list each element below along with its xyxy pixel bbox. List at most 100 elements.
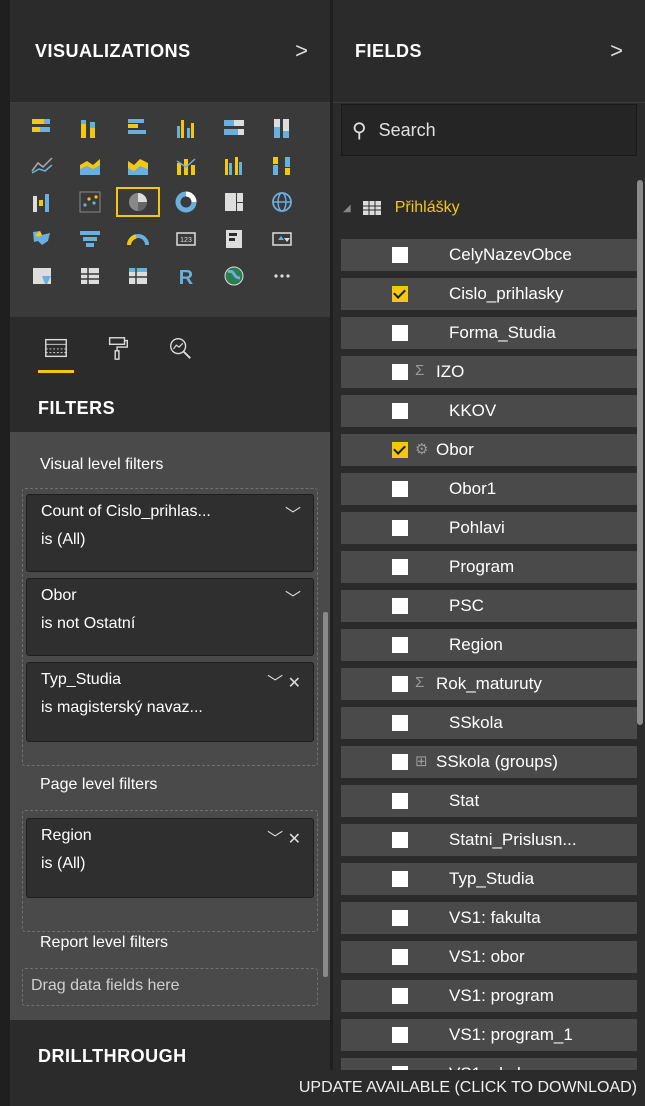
- 100-percent-column-chart-icon[interactable]: [258, 111, 306, 145]
- chevron-down-close-icon[interactable]: ﹀ ✕: [267, 669, 301, 693]
- field-checkbox[interactable]: [392, 247, 408, 263]
- field-item[interactable]: Σ IZO: [341, 356, 637, 388]
- field-item[interactable]: CelyNazevObce: [341, 239, 637, 271]
- field-item[interactable]: Forma_Studia: [341, 317, 637, 349]
- search-input[interactable]: ⚲ Search: [341, 104, 637, 156]
- gauge-icon[interactable]: [114, 222, 162, 256]
- field-label: VS1: program: [449, 986, 554, 1005]
- collapse-fields-icon[interactable]: >: [610, 38, 623, 64]
- field-checkbox[interactable]: [392, 754, 408, 770]
- chevron-down-close-icon[interactable]: ﹀ ✕: [267, 825, 301, 849]
- field-checkbox[interactable]: [392, 715, 408, 731]
- filter-card-count-cislo[interactable]: Count of Cislo_prihlas... is (All) ﹀: [26, 494, 314, 572]
- field-checkbox[interactable]: [392, 676, 408, 692]
- funnel-chart-icon[interactable]: [66, 222, 114, 256]
- field-checkbox[interactable]: [392, 403, 408, 419]
- field-label: KKOV: [449, 401, 497, 420]
- filter-condition: is (All): [41, 855, 86, 872]
- fields-tab-icon[interactable]: [38, 323, 74, 373]
- field-item[interactable]: Obor1: [341, 473, 637, 505]
- filter-card-typ-studia[interactable]: Typ_Studia is magisterský navaz... ﹀ ✕: [26, 662, 314, 742]
- field-checkbox[interactable]: [392, 559, 408, 575]
- field-item[interactable]: Σ Rok_maturuty: [341, 668, 637, 700]
- field-item[interactable]: Cislo_prihlasky: [341, 278, 637, 310]
- field-item[interactable]: SSkola: [341, 707, 637, 739]
- matrix-icon[interactable]: [114, 259, 162, 293]
- field-checkbox[interactable]: [392, 832, 408, 848]
- scatter-chart-icon[interactable]: [66, 185, 114, 219]
- filter-card-region[interactable]: Region is (All) ﹀ ✕: [26, 818, 314, 898]
- slicer-icon[interactable]: [18, 259, 66, 293]
- field-item[interactable]: PSC: [341, 590, 637, 622]
- field-item[interactable]: Typ_Studia: [341, 863, 637, 895]
- waterfall-chart-icon[interactable]: [18, 185, 66, 219]
- report-level-drop-zone[interactable]: Drag data fields here: [22, 968, 318, 1006]
- field-item[interactable]: VS1: obor: [341, 941, 637, 973]
- stacked-bar-chart-icon[interactable]: [18, 111, 66, 145]
- multi-row-card-icon[interactable]: [210, 222, 258, 256]
- expand-triangle-icon[interactable]: ◢: [343, 203, 351, 214]
- kpi-icon[interactable]: [258, 222, 306, 256]
- field-item[interactable]: Pohlavi: [341, 512, 637, 544]
- field-checkbox[interactable]: [392, 1027, 408, 1043]
- field-item[interactable]: Program: [341, 551, 637, 583]
- field-checkbox[interactable]: [392, 325, 408, 341]
- filled-map-icon[interactable]: [18, 222, 66, 256]
- field-item[interactable]: VS1: program: [341, 980, 637, 1012]
- field-item[interactable]: KKOV: [341, 395, 637, 427]
- field-item[interactable]: ⚙ Obor: [341, 434, 637, 466]
- clustered-column-chart-icon[interactable]: [162, 111, 210, 145]
- field-item[interactable]: Stat: [341, 785, 637, 817]
- ribbon-chart-icon[interactable]: [258, 148, 306, 182]
- field-checkbox[interactable]: [392, 871, 408, 887]
- line-and-clustered-column-icon[interactable]: [210, 148, 258, 182]
- field-item[interactable]: VS1: fakulta: [341, 902, 637, 934]
- filter-card-obor[interactable]: Obor is not Ostatní ﹀: [26, 578, 314, 656]
- field-checkbox[interactable]: [392, 520, 408, 536]
- card-icon[interactable]: 123: [162, 222, 210, 256]
- line-chart-icon[interactable]: [18, 148, 66, 182]
- field-checkbox[interactable]: [392, 793, 408, 809]
- update-available-link[interactable]: UPDATE AVAILABLE (CLICK TO DOWNLOAD): [10, 1070, 645, 1106]
- analytics-magnifier-icon[interactable]: [162, 323, 198, 373]
- r-script-visual-icon[interactable]: R: [162, 259, 210, 293]
- filters-scrollbar[interactable]: [323, 612, 328, 977]
- fields-scrollbar[interactable]: [637, 180, 643, 725]
- area-chart-icon[interactable]: [66, 148, 114, 182]
- map-globe-icon[interactable]: [258, 185, 306, 219]
- more-visuals-icon[interactable]: [258, 259, 306, 293]
- treemap-icon[interactable]: [210, 185, 258, 219]
- stacked-area-chart-icon[interactable]: [114, 148, 162, 182]
- pie-chart-icon[interactable]: [114, 185, 162, 219]
- field-checkbox[interactable]: [392, 481, 408, 497]
- field-label: Obor1: [449, 479, 497, 498]
- search-icon: ⚲: [352, 119, 367, 142]
- arcgis-map-icon[interactable]: [210, 259, 258, 293]
- filter-condition: is (All): [41, 531, 86, 548]
- field-checkbox[interactable]: [392, 286, 408, 302]
- line-and-stacked-column-icon[interactable]: [162, 148, 210, 182]
- chevron-down-icon[interactable]: ﹀: [285, 501, 301, 525]
- field-checkbox[interactable]: [392, 598, 408, 614]
- field-item[interactable]: VS1: program_1: [341, 1019, 637, 1051]
- collapse-visualizations-icon[interactable]: >: [295, 38, 308, 64]
- stacked-column-chart-icon[interactable]: [66, 111, 114, 145]
- donut-chart-icon[interactable]: [162, 185, 210, 219]
- field-checkbox[interactable]: [392, 988, 408, 1004]
- clustered-bar-chart-icon[interactable]: [114, 111, 162, 145]
- field-checkbox[interactable]: [392, 637, 408, 653]
- table-icon[interactable]: [66, 259, 114, 293]
- chevron-down-icon[interactable]: ﹀: [285, 585, 301, 609]
- page-level-filters-label: Page level filters: [40, 776, 158, 793]
- field-item[interactable]: Statni_Prislusn...: [341, 824, 637, 856]
- table-expander[interactable]: ◢ Přihlášky: [341, 188, 637, 228]
- field-checkbox[interactable]: [392, 949, 408, 965]
- field-checkbox[interactable]: [392, 442, 408, 458]
- drillthrough-title: DRILLTHROUGH: [10, 1020, 330, 1070]
- field-item[interactable]: Region: [341, 629, 637, 661]
- field-checkbox[interactable]: [392, 364, 408, 380]
- format-paint-roller-icon[interactable]: [100, 323, 136, 373]
- field-item[interactable]: ⊞ SSkola (groups): [341, 746, 637, 778]
- 100-percent-bar-chart-icon[interactable]: [210, 111, 258, 145]
- field-checkbox[interactable]: [392, 910, 408, 926]
